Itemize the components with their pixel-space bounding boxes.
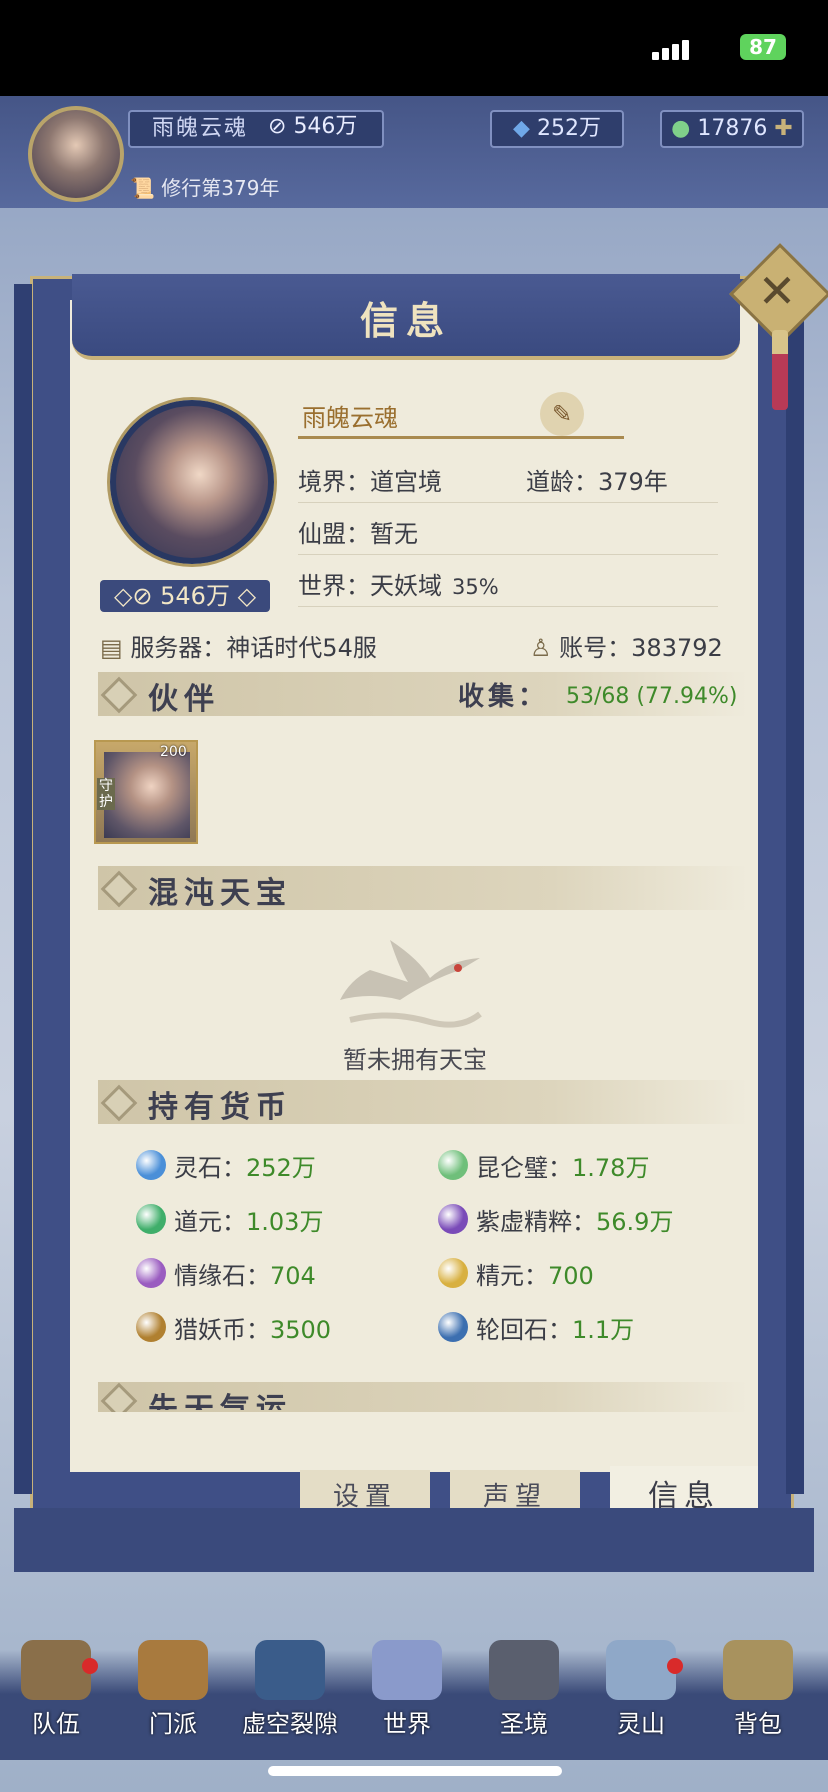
nav-label: 背包 — [734, 1710, 782, 1738]
backpack-icon — [723, 1640, 793, 1700]
profile-avatar[interactable] — [110, 400, 274, 564]
signal-icon — [652, 40, 692, 60]
jade-counter[interactable]: ● 17876 ✚ — [660, 110, 804, 148]
essence-orb-icon — [438, 1258, 468, 1288]
currency-item: 情缘石：704 — [174, 1262, 316, 1290]
spirit-stone-icon — [136, 1150, 166, 1180]
collect-value: 53/68 (77.94%) — [566, 684, 738, 709]
player-avatar[interactable] — [28, 106, 124, 202]
server-icon: ▤ — [100, 634, 131, 662]
age-text: 道龄：379年 — [526, 468, 668, 496]
kunlun-jade-icon — [438, 1150, 468, 1180]
combat-power-value: 546万 — [293, 114, 358, 139]
affinity-stone-icon — [136, 1258, 166, 1288]
divider — [298, 606, 718, 607]
cultivation-year: 📜 修行第379年 — [130, 176, 280, 200]
nav-item[interactable]: 队伍 — [6, 1640, 106, 1739]
divider — [298, 554, 718, 555]
power-icon: ⊘ — [268, 114, 294, 139]
dialog-base — [14, 1508, 814, 1572]
team-icon — [21, 1640, 91, 1700]
nav-label: 队伍 — [32, 1710, 80, 1738]
account-icon: ♙ — [530, 634, 560, 662]
holy-realm-icon — [489, 1640, 559, 1700]
nav-label: 世界 — [383, 1710, 431, 1738]
currency-section-title: 持有货币 — [148, 1090, 292, 1125]
world-icon — [372, 1640, 442, 1700]
crane-icon — [340, 940, 482, 1028]
nav-item[interactable]: 门派 — [123, 1640, 223, 1739]
dialog-title: 信息 — [359, 298, 452, 343]
divider — [298, 502, 718, 503]
rename-brush-icon[interactable]: ✎ — [540, 392, 584, 436]
sect-icon — [138, 1640, 208, 1700]
partner-level: 200 — [160, 744, 187, 760]
add-icon[interactable]: ✚ — [767, 116, 792, 141]
partner-role: 守护 — [97, 778, 115, 810]
collect-label: 收集： — [458, 682, 549, 712]
currency-item: 灵石：252万 — [174, 1154, 316, 1182]
home-indicator[interactable] — [268, 1766, 562, 1776]
profile-power-badge: ◇⊘ 546万 ◇ — [100, 580, 270, 612]
nav-label: 圣境 — [500, 1710, 548, 1738]
hunter-coin-icon — [136, 1312, 166, 1342]
profile-name: 雨魄云魂 — [302, 404, 398, 432]
fortune-section-title: 先天气运 — [148, 1392, 292, 1410]
currency-item: 猎妖币：3500 — [174, 1316, 332, 1344]
partner-portrait — [104, 752, 190, 838]
samsara-stone-icon — [438, 1312, 468, 1342]
world-text: 世界：天妖域 35% — [298, 572, 499, 600]
currency-item: 精元：700 — [476, 1262, 594, 1290]
name-underline — [298, 436, 624, 439]
account-text: ♙ 账号：383792 — [530, 634, 723, 662]
empty-treasure-text: 暂未拥有天宝 — [343, 1046, 487, 1074]
realm-text: 境界：道宫境 — [298, 468, 442, 496]
partner-section-title: 伙伴 — [148, 682, 220, 717]
tassel-ornament — [772, 330, 788, 410]
notification-dot — [667, 1658, 683, 1674]
scroll-icon: 📜 — [130, 176, 162, 200]
nav-item[interactable]: 虚空裂隙 — [240, 1640, 340, 1739]
network-type: 4G — [700, 36, 734, 64]
currency-item: 昆仑璧：1.78万 — [476, 1154, 650, 1182]
spirit-stone-counter[interactable]: ◆ 252万 — [490, 110, 624, 148]
jade-icon: ● — [671, 116, 698, 141]
nav-label: 灵山 — [617, 1710, 665, 1738]
right-scroll-rod — [786, 284, 804, 1494]
nav-label: 门派 — [149, 1710, 197, 1738]
notification-dot — [82, 1658, 98, 1674]
daoyuan-crystal-icon — [136, 1204, 166, 1234]
treasure-section-title: 混沌天宝 — [148, 876, 292, 911]
currency-item: 道元：1.03万 — [174, 1208, 324, 1236]
currency-item: 轮回石：1.1万 — [476, 1316, 635, 1344]
spirit-stone-icon: ◆ — [513, 116, 537, 141]
status-time: 19:27 — [60, 28, 162, 66]
power-icon: ◇⊘ — [113, 582, 161, 610]
nav-item[interactable]: 圣境 — [474, 1640, 574, 1739]
spirit-mountain-icon — [606, 1640, 676, 1700]
close-x-icon[interactable]: ✕ — [752, 266, 802, 316]
purple-essence-icon — [438, 1204, 468, 1234]
battery-icon: 87 — [740, 34, 786, 60]
server-text: ▤ 服务器：神话时代54服 — [100, 634, 377, 662]
nav-item[interactable]: 世界 — [357, 1640, 457, 1739]
currency-item: 紫虚精粹：56.9万 — [476, 1208, 674, 1236]
void-rift-icon — [255, 1640, 325, 1700]
left-scroll-rod — [14, 284, 32, 1494]
alliance-text: 仙盟：暂无 — [298, 520, 418, 548]
nav-item[interactable]: 背包 — [708, 1640, 808, 1739]
combat-power: ⊘ 546万 — [268, 110, 357, 144]
nav-label: 虚空裂隙 — [242, 1710, 338, 1738]
nav-item[interactable]: 灵山 — [591, 1640, 691, 1739]
